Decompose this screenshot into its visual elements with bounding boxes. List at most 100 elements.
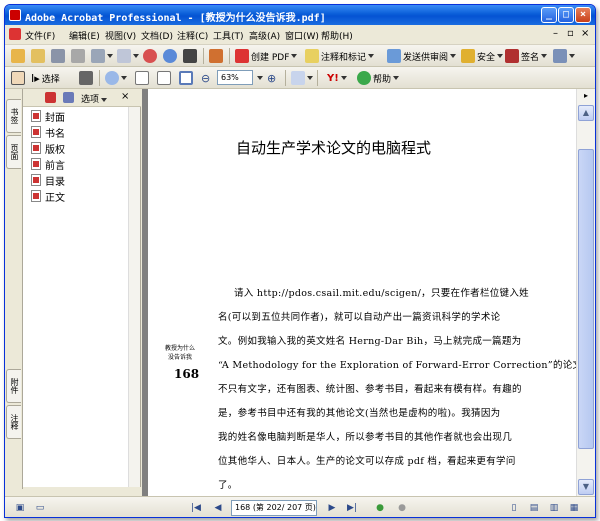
vertical-scrollbar[interactable]: ▸ ▲ ▼ — [576, 89, 595, 496]
last-page-button[interactable]: ▶| — [345, 501, 359, 515]
yahoo-button[interactable]: Y! — [327, 70, 347, 86]
running-header-2: 没告诉我 — [167, 354, 192, 361]
expand-bookmark-icon[interactable] — [63, 92, 74, 103]
sign-label: 签名 — [521, 52, 540, 63]
previous-view-button[interactable]: ● — [373, 501, 387, 515]
sign-button[interactable]: 签名 — [505, 48, 548, 64]
text-cursor-icon: I▸ — [31, 71, 40, 85]
new-bookmark-icon[interactable] — [45, 92, 56, 103]
search-button[interactable] — [163, 48, 177, 64]
acrobat-logo-icon — [9, 9, 21, 21]
secure-button[interactable]: 安全 — [461, 48, 504, 64]
page-options-icon[interactable]: ▭ — [33, 501, 47, 515]
body-line: 位其他华人、日本人。生产的论文可以存成 pdf 档，看起来更有学问 — [218, 456, 516, 467]
hand-tool-button[interactable] — [11, 70, 25, 86]
doc-restore-button[interactable]: ▫ — [567, 28, 574, 39]
select-tool-button[interactable]: I▸ 选择 — [31, 70, 60, 86]
tab-pages[interactable]: 页面 — [6, 135, 21, 169]
actual-size-button[interactable] — [135, 70, 149, 86]
menu-tools[interactable]: 工具(T) — [213, 29, 244, 42]
separator — [99, 70, 100, 86]
menu-document[interactable]: 文档(D) — [141, 29, 173, 42]
print-button[interactable] — [71, 48, 85, 64]
email-button[interactable] — [91, 48, 113, 64]
menu-edit[interactable]: 编辑(E) — [69, 29, 100, 42]
menu-file[interactable]: 文件(F) — [25, 29, 55, 42]
send-review-label: 发送供审阅 — [403, 52, 449, 63]
attach-button[interactable] — [117, 48, 139, 64]
scroll-down-button[interactable]: ▼ — [578, 479, 594, 495]
open-button[interactable] — [11, 48, 25, 64]
menu-view[interactable]: 视图(V) — [105, 29, 136, 42]
select-label: 选择 — [41, 74, 60, 85]
bookmark-item[interactable]: 封面 — [31, 109, 65, 124]
zoom-dropdown[interactable] — [255, 70, 263, 86]
body-line: 文。例如我输入我的英文姓名 Herng-Dar Bih，马上就完成一篇题为 — [218, 336, 522, 347]
bookmark-item[interactable]: 正文 — [31, 189, 65, 204]
monitor-icon[interactable]: ▣ — [13, 501, 27, 515]
continuous-facing-icon[interactable]: ▦ — [567, 501, 581, 515]
forms-icon — [553, 49, 567, 63]
zoom-input[interactable]: 63% — [217, 70, 253, 85]
panel-toggle-icon[interactable]: ▸ — [578, 89, 594, 105]
menu-window[interactable]: 窗口(W) — [285, 29, 319, 42]
next-view-button[interactable]: ● — [395, 501, 409, 515]
scroll-up-button[interactable]: ▲ — [578, 105, 594, 121]
fit-page-button[interactable] — [157, 70, 171, 86]
bookmark-item[interactable]: 目录 — [31, 173, 65, 188]
organizer-button[interactable] — [143, 48, 157, 64]
bookmark-item[interactable]: 前言 — [31, 157, 65, 172]
doc-minimize-button[interactable]: – — [553, 28, 558, 39]
title-bar: Adobe Acrobat Professional - [教授为什么没告诉我.… — [5, 5, 595, 25]
close-button[interactable]: × — [575, 7, 591, 23]
scroll-thumb[interactable] — [578, 149, 594, 449]
facing-icon[interactable]: ▥ — [547, 501, 561, 515]
minimize-button[interactable]: _ — [541, 7, 557, 23]
menu-advanced[interactable]: 高级(A) — [249, 29, 280, 42]
close-panel-button[interactable]: × — [121, 91, 129, 102]
tab-bookmarks[interactable]: 书签 — [6, 99, 21, 133]
rotate-button[interactable] — [291, 70, 313, 86]
options-menu[interactable]: 选项 — [81, 92, 108, 105]
bookmarks-scrollbar[interactable] — [128, 107, 140, 487]
hand-icon — [11, 71, 25, 85]
create-pdf-button[interactable]: 创建 PDF — [235, 48, 298, 64]
create-button[interactable] — [31, 48, 45, 64]
bookmark-label: 封面 — [45, 112, 65, 124]
save-button[interactable] — [51, 48, 65, 64]
pdf-page: 自动生产学术论文的电脑程式 教授为什么 没告诉我 168 请入 http://p… — [148, 89, 592, 496]
menu-comments[interactable]: 注释(C) — [177, 29, 208, 42]
body-line: “A Methodology for the Exploration of Fo… — [218, 360, 593, 371]
tab-attachments[interactable]: 附件 — [6, 369, 21, 403]
bookmark-label: 目录 — [45, 176, 65, 188]
stamp-button[interactable] — [209, 48, 223, 64]
snapshot-button[interactable] — [79, 70, 93, 86]
send-review-button[interactable]: 发送供审阅 — [387, 48, 457, 64]
document-icon — [9, 28, 21, 40]
forms-button[interactable] — [553, 48, 575, 64]
zoom-out-button[interactable]: ⊖ — [201, 70, 210, 86]
doc-close-button[interactable]: × — [581, 28, 589, 39]
find-button[interactable] — [183, 48, 197, 64]
previous-page-button[interactable]: ◀ — [211, 501, 225, 515]
bookmark-item[interactable]: 版权 — [31, 141, 65, 156]
zoom-in-button[interactable]: ⊕ — [267, 70, 276, 86]
comment-markup-button[interactable]: 注释和标记 — [305, 48, 375, 64]
first-page-button[interactable]: |◀ — [189, 501, 203, 515]
continuous-icon[interactable]: ▤ — [527, 501, 541, 515]
maximize-button[interactable]: □ — [558, 7, 574, 23]
next-page-button[interactable]: ▶ — [325, 501, 339, 515]
help-button[interactable]: 帮助 — [357, 70, 400, 86]
bookmark-item[interactable]: 书名 — [31, 125, 65, 140]
separator — [203, 48, 204, 64]
fit-width-button[interactable] — [179, 70, 193, 86]
secure-label: 安全 — [477, 52, 496, 63]
paperclip-icon — [117, 49, 131, 63]
separator — [317, 70, 318, 86]
zoom-tool-button[interactable] — [105, 70, 127, 86]
single-page-icon[interactable]: ▯ — [507, 501, 521, 515]
menu-help[interactable]: 帮助(H) — [321, 29, 353, 42]
page-number-input[interactable]: 168 (第 202/ 207 页) — [231, 500, 317, 516]
tab-comments[interactable]: 注释 — [6, 405, 21, 439]
document-view: 自动生产学术论文的电脑程式 教授为什么 没告诉我 168 请入 http://p… — [142, 89, 592, 496]
